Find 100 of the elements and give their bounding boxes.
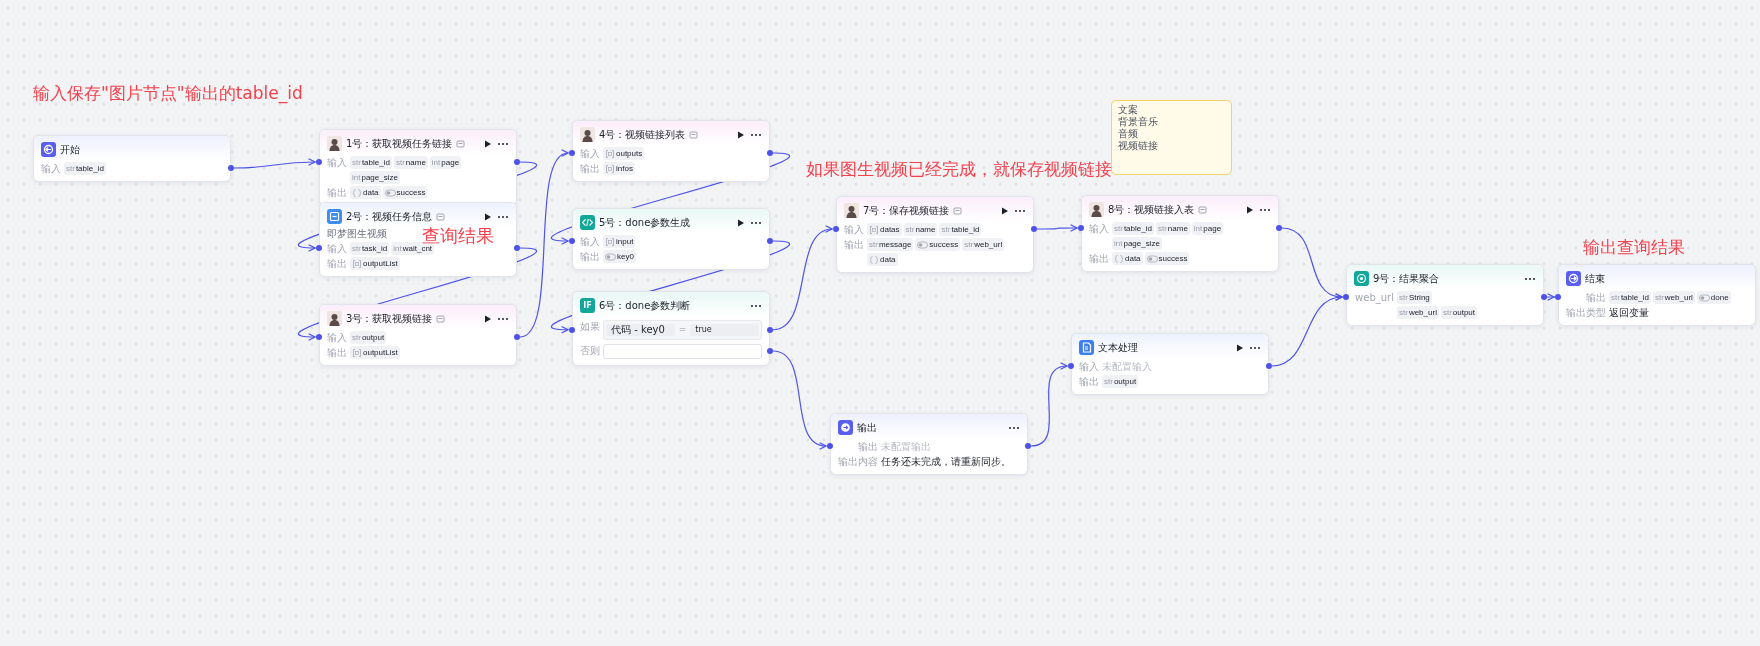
port-dot[interactable] — [1025, 443, 1031, 449]
annotation-text: 如果图生视频已经完成，就保存视频链接 — [806, 160, 1112, 179]
type-label: str — [941, 223, 951, 236]
type-label: str — [352, 156, 361, 169]
row-label: 输出类型 — [1566, 306, 1606, 319]
port-dot[interactable] — [827, 443, 833, 449]
port-dot[interactable] — [228, 165, 234, 171]
node-title: 2号：视频任务信息 — [346, 210, 433, 224]
node-title: 7号：保存视频链接 — [863, 204, 950, 218]
port-dot[interactable] — [514, 245, 520, 251]
note-line: 文案 — [1118, 104, 1139, 116]
run-icon[interactable] — [736, 217, 746, 228]
connector-line — [1036, 224, 1078, 232]
list-icon — [605, 236, 615, 247]
type-label: str — [869, 238, 878, 251]
port-dot[interactable] — [316, 159, 322, 165]
port-dot[interactable] — [569, 326, 575, 333]
avatar-icon — [327, 136, 342, 151]
run-icon[interactable] — [483, 211, 493, 222]
param-name: web_url — [1408, 306, 1437, 319]
condition-value[interactable]: true — [690, 323, 759, 336]
start-icon — [41, 142, 56, 157]
condition-operand[interactable]: 代码 - key0 — [606, 323, 675, 336]
row-value: 未配置输出 — [881, 440, 931, 453]
port-dot[interactable] — [1068, 363, 1074, 369]
run-icon[interactable] — [483, 138, 493, 149]
type-label: str — [1114, 222, 1123, 235]
port-dot[interactable] — [833, 226, 839, 232]
port-dot[interactable] — [514, 159, 520, 165]
node-description: 即梦图生视频 — [327, 228, 387, 240]
type-label: str — [964, 238, 974, 251]
app-icon — [327, 209, 342, 224]
document-icon — [1079, 340, 1094, 355]
row-label: 输入 — [327, 242, 347, 255]
port-dot[interactable] — [316, 334, 322, 340]
note-line: 背景音乐 — [1118, 116, 1159, 128]
row-value: 返回变量 — [1609, 306, 1649, 319]
type-label: int — [393, 242, 402, 255]
annotation-text: 输入保存"图片节点"输出的table_id — [33, 84, 303, 103]
port-dot[interactable] — [1276, 225, 1282, 231]
avatar-icon — [1089, 202, 1104, 217]
port-dot[interactable] — [1266, 363, 1272, 369]
param-name: outputList — [363, 257, 398, 270]
param-name: datas — [880, 223, 900, 236]
port-dot[interactable] — [1031, 226, 1037, 232]
run-icon[interactable] — [736, 129, 746, 140]
param-name: web_url — [974, 238, 1003, 251]
braces-icon — [352, 187, 362, 198]
run-icon[interactable] — [1235, 342, 1245, 353]
node-title: 6号：done参数判断 — [599, 299, 691, 313]
param-name: done — [1710, 291, 1729, 304]
port-dot[interactable] — [1343, 294, 1349, 300]
port-dot[interactable] — [1555, 294, 1561, 300]
note-line: 音频 — [1118, 128, 1139, 140]
port-dot[interactable] — [514, 334, 520, 340]
param-name: success — [396, 186, 426, 199]
run-icon[interactable] — [483, 313, 493, 324]
param-name: String — [1408, 291, 1430, 304]
param-name: success — [1158, 252, 1188, 265]
param-name: input — [616, 235, 634, 248]
param-name: table_id — [75, 162, 104, 175]
node-title: 3号：获取视频链接 — [346, 312, 433, 326]
port-dot[interactable] — [569, 150, 575, 156]
row-label: 输出 — [327, 186, 347, 199]
node-title: 9号：结果聚合 — [1373, 272, 1440, 286]
list-icon — [869, 224, 879, 235]
row-label: 输入 — [327, 331, 347, 344]
run-icon[interactable] — [1000, 205, 1010, 216]
port-dot[interactable] — [569, 238, 575, 244]
note-line: 视频链接 — [1118, 140, 1159, 152]
code-icon — [580, 215, 595, 230]
port-dot[interactable] — [1541, 294, 1547, 300]
list-icon — [352, 347, 362, 358]
type-label: str — [1399, 291, 1408, 304]
else-field[interactable] — [603, 343, 762, 359]
run-icon[interactable] — [1245, 204, 1255, 215]
param-name: data — [880, 253, 896, 266]
param-name: web_url — [1664, 291, 1693, 304]
param-name: output — [361, 331, 385, 344]
port-dot[interactable] — [767, 238, 773, 244]
output-icon — [838, 420, 853, 435]
param-name: infos — [616, 162, 633, 175]
port-dot[interactable] — [767, 150, 773, 156]
list-icon — [605, 163, 615, 174]
param-name: table_id — [951, 223, 980, 236]
port-dot[interactable] — [767, 348, 773, 354]
condition-field[interactable]: 代码 - key0 = true — [603, 320, 762, 340]
port-dot[interactable] — [1078, 225, 1084, 231]
toggle-icon — [1698, 292, 1710, 303]
type-label: int — [431, 156, 441, 169]
row-label: 输出 — [580, 162, 600, 175]
param-name: success — [929, 238, 959, 251]
port-dot[interactable] — [767, 326, 773, 333]
param-name: page_size — [361, 171, 398, 184]
param-name: task_id — [361, 242, 388, 255]
node-title: 文本处理 — [1098, 341, 1138, 355]
row-label: 输出 — [327, 257, 347, 270]
param-name: data — [1125, 252, 1141, 265]
port-dot[interactable] — [316, 245, 322, 251]
node-title: 4号：视频链接列表 — [599, 128, 686, 142]
